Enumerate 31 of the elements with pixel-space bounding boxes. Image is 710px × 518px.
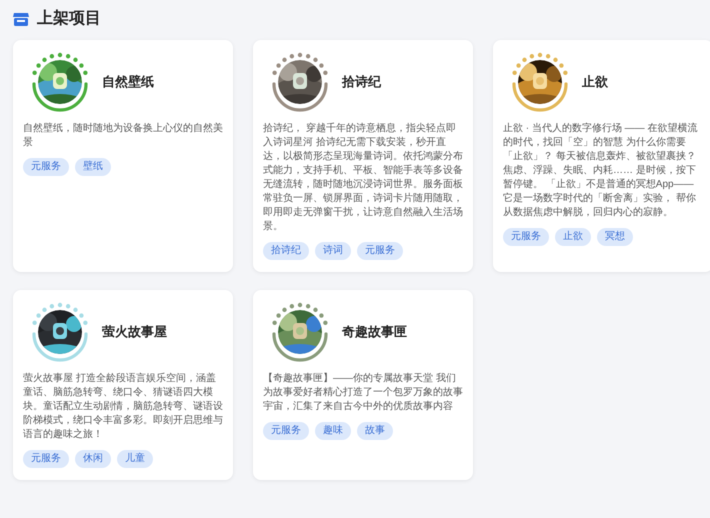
project-card[interactable]: 萤火故事屋 萤火故事屋 打造全龄段语言娱乐空间，涵盖童话、脑筋急转弯、绕口令、猜谜语四大模块。童话配立生动剧情，脑筋急转弯、谜语设阶梯模式，绕口令丰富多彩。即刻开启思维与语言的趣味之旅！ 元服务 休闲 儿童	[13, 290, 233, 480]
project-card[interactable]: 自然壁纸 自然壁纸，随时随地为设备换上心仪的自然美景 元服务 壁纸	[13, 40, 233, 272]
project-name: 止欲	[582, 73, 608, 92]
tag: 元服务	[23, 158, 69, 176]
project-card[interactable]: 奇趣故事匣 【奇趣故事匣】——你的专属故事天堂 我们为故事爱好者精心打造了一个包罗万象的故事宇宙，汇集了来自古今中外的优质故事内容 元服务 趣味 故事	[253, 290, 473, 480]
tag: 诗词	[315, 242, 351, 260]
tag: 壁纸	[75, 158, 111, 176]
tag: 休闲	[75, 450, 111, 468]
project-description: 止欲 · 当代人的数字修行场 —— 在欲望横流的时代，找回「空」的智慧 为什么你需要「止欲」？ 每天被信息轰炸、被欲望裹挟？焦虑、浮躁、失眠、内耗…… 是时候，按下暂停键。 「止欲」不是普通的冥想App——它是一场数字时代的「断舍离」实验， 帮你从数据焦虑中解脱，回归内心的寂静。	[503, 122, 698, 220]
tag: 儿童	[117, 450, 153, 468]
project-description: 【奇趣故事匣】——你的专属故事天堂 我们为故事爱好者精心打造了一个包罗万象的故事宇宙，汇集了来自古今中外的优质故事内容	[263, 372, 463, 414]
tag: 止欲	[555, 228, 591, 246]
tag: 冥想	[597, 228, 633, 246]
store-icon	[13, 12, 29, 26]
project-description: 自然壁纸，随时随地为设备换上心仪的自然美景	[23, 122, 223, 150]
tag: 故事	[357, 422, 393, 440]
project-name: 奇趣故事匣	[342, 323, 407, 342]
tag: 趣味	[315, 422, 351, 440]
project-name: 自然壁纸	[102, 73, 154, 92]
project-description: 萤火故事屋 打造全龄段语言娱乐空间，涵盖童话、脑筋急转弯、绕口令、猜谜语四大模块。童话配立生动剧情，脑筋急转弯、谜语设阶梯模式，绕口令丰富多彩。即刻开启思维与语言的趣味之旅！	[23, 372, 223, 442]
project-card[interactable]: 拾诗纪 拾诗纪， 穿越千年的诗意栖息，指尖轻点即入诗词星河 拾诗纪无需下载安装，秒开直达，以极简形态呈现海量诗词。依托鸿蒙分布式能力，支持手机、平板、智能手表等多设备无缝流转，随时随地沉浸诗词世界。服务面板常驻负一屏、锁屏界面，诗词卡片随用随取，即用即走无弹窗干扰，让诗意自然融入生活场景。 拾诗纪 诗词 元服务	[253, 40, 473, 272]
section-title: 上架项目	[37, 8, 101, 29]
project-name: 拾诗纪	[342, 73, 381, 92]
tag: 拾诗纪	[263, 242, 309, 260]
tag: 元服务	[357, 242, 403, 260]
project-card[interactable]: 止欲 止欲 · 当代人的数字修行场 —— 在欲望横流的时代，找回「空」的智慧 为什么你需要「止欲」？ 每天被信息轰炸、被欲望裹挟？焦虑、浮躁、失眠、内耗…… 是时候，按下暂停键。 「止欲」不是普通的冥想App——它是一场数字时代的「断舍离」实验， 帮你从数据焦虑中解脱，回归内心的寂静。 元服务 止欲 冥想	[493, 40, 710, 272]
tag: 元服务	[23, 450, 69, 468]
project-description: 拾诗纪， 穿越千年的诗意栖息，指尖轻点即入诗词星河 拾诗纪无需下载安装，秒开直达，以极简形态呈现海量诗词。依托鸿蒙分布式能力，支持手机、平板、智能手表等多设备无缝流转，随时随地沉浸诗词世界。服务面板常驻负一屏、锁屏界面，诗词卡片随用随取，即用即走无弹窗干扰，让诗意自然融入生活场景。	[263, 122, 463, 234]
tag: 元服务	[503, 228, 549, 246]
project-name: 萤火故事屋	[102, 323, 167, 342]
tag: 元服务	[263, 422, 309, 440]
